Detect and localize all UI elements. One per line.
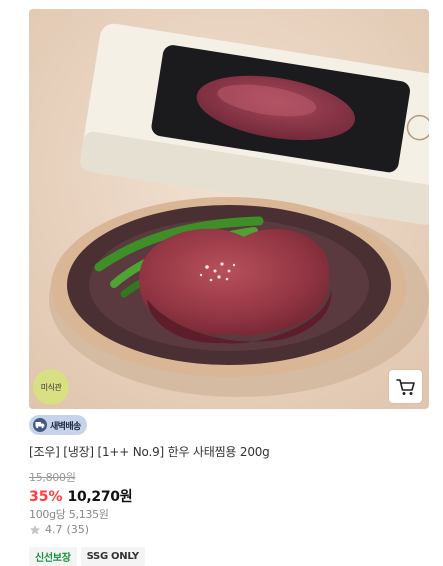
product-image[interactable]: 미식관 — [29, 9, 429, 409]
add-to-cart-button[interactable] — [389, 370, 422, 403]
product-card[interactable]: 미식관 새벽배송 [조우] [냉장] [1++ No.9] 한우 사태찜용 20… — [29, 9, 429, 566]
rating-value: 4.7 — [45, 523, 63, 536]
dawn-delivery-label: 새벽배송 — [50, 421, 81, 432]
price-row: 35% 10,270원 — [29, 486, 133, 506]
gourmet-badge: 미식관 — [33, 369, 69, 405]
unit-price: 100g당 5,135원 — [29, 508, 109, 521]
truck-icon — [33, 418, 47, 432]
star-icon — [30, 524, 40, 534]
dawn-delivery-badge: 새벽배송 — [29, 415, 87, 435]
product-title[interactable]: [조우] [냉장] [1++ No.9] 한우 사태찜용 200g — [29, 443, 270, 460]
discount-rate: 35% — [29, 489, 63, 505]
product-photo — [29, 9, 429, 409]
review-count: (35) — [66, 523, 90, 536]
cart-icon — [395, 378, 415, 395]
original-price: 15,800원 — [29, 471, 76, 484]
rating: 4.7 (35) — [29, 523, 89, 536]
sale-price: 10,270원 — [67, 489, 133, 505]
